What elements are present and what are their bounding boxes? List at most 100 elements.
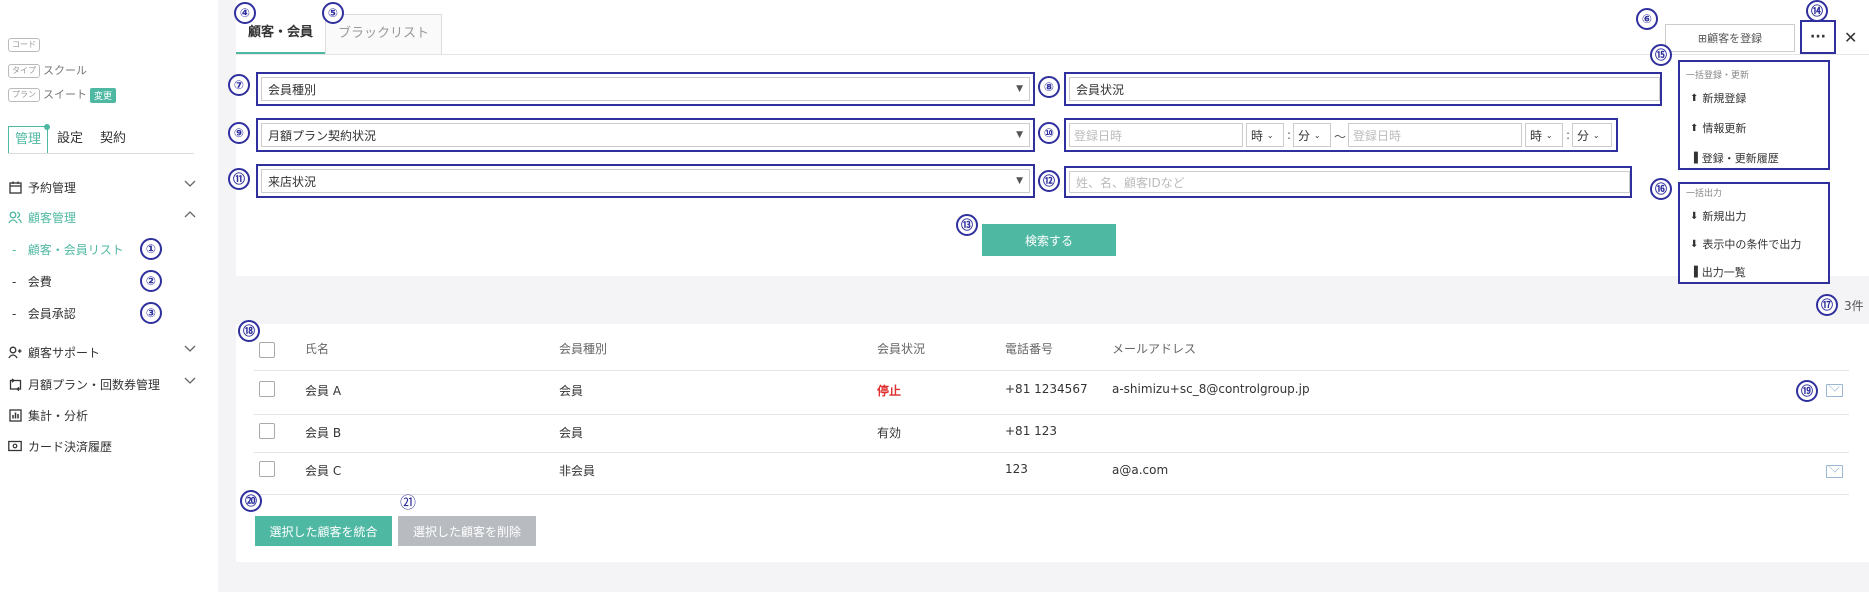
chevron-down-icon (184, 345, 196, 356)
chevron-down-icon: ⌄ (1313, 130, 1321, 140)
row-checkbox[interactable] (259, 461, 275, 477)
tab-settings[interactable]: 設定 (57, 126, 83, 154)
hour-to-select[interactable]: 時 ⌄ (1525, 123, 1563, 147)
minute-from-select[interactable]: 分 ⌄ (1293, 123, 1331, 147)
cell-name[interactable]: 会員 C (305, 462, 341, 479)
row-checkbox[interactable] (259, 423, 275, 439)
marker-11: ⑪ (228, 168, 250, 190)
marker-21: ㉑ (399, 493, 416, 512)
cell-member-type: 会員 (559, 426, 584, 440)
sub-prefix: - (12, 243, 17, 257)
nav-monthly-plan-label: 月額プラン・回数券管理 (28, 377, 161, 392)
cell-member-type: 非会員 (559, 464, 596, 478)
merge-selected-button[interactable]: 選択した顧客を統合 (255, 516, 392, 546)
menu-new-export[interactable]: ⬇ 新規出力 (1690, 208, 1746, 224)
bulk-register-header: 一括登録・更新 (1686, 71, 1750, 81)
nav-support[interactable]: 顧客サポート (8, 342, 196, 362)
row-checkbox[interactable] (259, 381, 275, 397)
chevron-down-icon (184, 377, 196, 388)
delete-selected-button[interactable]: 選択した顧客を削除 (398, 516, 536, 546)
type-row: タイプ スクール (8, 62, 87, 78)
chevron-down-icon (184, 180, 196, 191)
file-icon: ▐ (1690, 152, 1698, 164)
nav-customer[interactable]: 顧客管理 (8, 207, 196, 227)
date-from-input[interactable]: 登録日時 (1069, 123, 1243, 147)
tab-settings-label: 設定 (57, 131, 84, 146)
marker-2: ② (140, 270, 162, 292)
more-options-button[interactable]: ··· (1800, 20, 1836, 54)
member-type-value: 会員種別 (268, 82, 317, 97)
tab-contract[interactable]: 契約 (100, 126, 126, 154)
chevron-down-icon: ▼ (1016, 84, 1023, 94)
search-input[interactable]: 姓、名、顧客IDなど (1069, 171, 1630, 193)
sub-customer-list[interactable]: - 顧客・会員リスト (12, 241, 124, 258)
nav-monthly-plan[interactable]: 月額プラン・回数券管理 (8, 374, 196, 394)
sub-fees[interactable]: - 会費 (12, 273, 52, 290)
minute-to-select[interactable]: 分 ⌄ (1572, 123, 1612, 147)
nav-analytics-label: 集計・分析 (28, 408, 89, 423)
cell-name[interactable]: 会員 A (305, 382, 341, 399)
cell-member-type: 会員 (559, 384, 584, 398)
code-tag: コード (8, 38, 40, 52)
range-tilde: 〜 (1334, 130, 1347, 144)
marker-4: ④ (234, 2, 256, 24)
date-to-input[interactable]: 登録日時 (1348, 123, 1522, 147)
cell-phone: 123 (1005, 462, 1028, 476)
download-icon: ⬇ (1690, 210, 1699, 222)
sidebar: コード タイプ スクール プラン スイート 変更 管理 設定 契約 予約管理 顧客管理… (0, 0, 218, 592)
sub-approval[interactable]: - 会員承認 (12, 305, 76, 322)
notification-dot (44, 124, 51, 130)
menu-register-history[interactable]: ▐ 登録・更新履歴 (1690, 150, 1779, 166)
chevron-down-icon: ⌄ (1545, 130, 1553, 140)
register-customer-button[interactable]: ⊞顧客を登録 (1665, 24, 1795, 52)
code-row: コード (8, 38, 43, 52)
monthly-plan-select[interactable]: 月額プラン契約状況 ▼ (261, 123, 1030, 147)
visit-status-select-highlight: 来店状況 ▼ (256, 164, 1035, 198)
tab-contract-label: 契約 (100, 131, 127, 146)
marker-20: ⑳ (240, 490, 262, 512)
tab-blacklist[interactable]: ブラックリスト (325, 14, 443, 54)
result-count: 3件 (1844, 299, 1864, 313)
chevron-down-icon: ▼ (1016, 130, 1023, 140)
change-plan-button[interactable]: 変更 (90, 87, 117, 103)
nav-card-payment[interactable]: カード決済履歴 (8, 436, 196, 456)
member-status-select[interactable]: 会員状況 (1069, 77, 1660, 101)
sub-prefix: - (12, 307, 17, 321)
cell-name[interactable]: 会員 B (305, 424, 341, 441)
marker-16: ⑯ (1650, 178, 1672, 200)
menu-register-history-label: 登録・更新履歴 (1701, 152, 1779, 165)
nav-analytics[interactable]: 集計・分析 (8, 405, 196, 425)
bulk-export-header: 一括出力 (1686, 189, 1723, 199)
menu-info-update[interactable]: ⬆ 情報更新 (1690, 120, 1746, 136)
cell-phone: +81 123 (1005, 424, 1058, 438)
close-icon[interactable]: ✕ (1844, 28, 1857, 47)
header-email: メールアドレス (1112, 342, 1197, 356)
tab-manage[interactable]: 管理 (8, 124, 51, 154)
nav-reservation[interactable]: 予約管理 (8, 177, 196, 197)
menu-export-current[interactable]: ⬇ 表示中の条件で出力 (1690, 236, 1801, 252)
upload-icon: ⬆ (1690, 122, 1699, 134)
upload-icon: ⬆ (1690, 92, 1699, 104)
search-button[interactable]: 検索する (982, 224, 1116, 256)
hour-from-value: 時 (1251, 128, 1264, 143)
marker-7: ⑦ (228, 74, 250, 96)
hour-from-select[interactable]: 時 ⌄ (1246, 123, 1284, 147)
marker-17: ⑰ (1816, 294, 1838, 316)
time-colon: : (1566, 128, 1571, 142)
date-to-placeholder: 登録日時 (1353, 128, 1402, 143)
visit-status-select[interactable]: 来店状況 ▼ (261, 169, 1030, 193)
member-type-select[interactable]: 会員種別 ▼ (261, 77, 1030, 101)
select-all-checkbox[interactable] (259, 342, 275, 358)
chevron-up-icon (184, 210, 196, 221)
marker-13: ⑬ (956, 214, 978, 236)
search-input-highlight: 姓、名、顧客IDなど (1064, 166, 1632, 198)
bulk-register-menu: 一括登録・更新 ⬆ 新規登録 ⬆ 情報更新 ▐ 登録・更新履歴 (1678, 60, 1830, 170)
tab-blacklist-label: ブラックリスト (338, 26, 430, 41)
marker-10: ⑩ (1038, 122, 1060, 144)
header-member-status: 会員状況 (877, 342, 926, 356)
menu-export-list[interactable]: ▐ 出力一覧 (1690, 264, 1746, 280)
menu-new-register[interactable]: ⬆ 新規登録 (1690, 90, 1746, 106)
mail-icon[interactable] (1826, 384, 1843, 397)
mail-icon[interactable] (1826, 465, 1843, 478)
hour-to-value: 時 (1530, 128, 1543, 143)
